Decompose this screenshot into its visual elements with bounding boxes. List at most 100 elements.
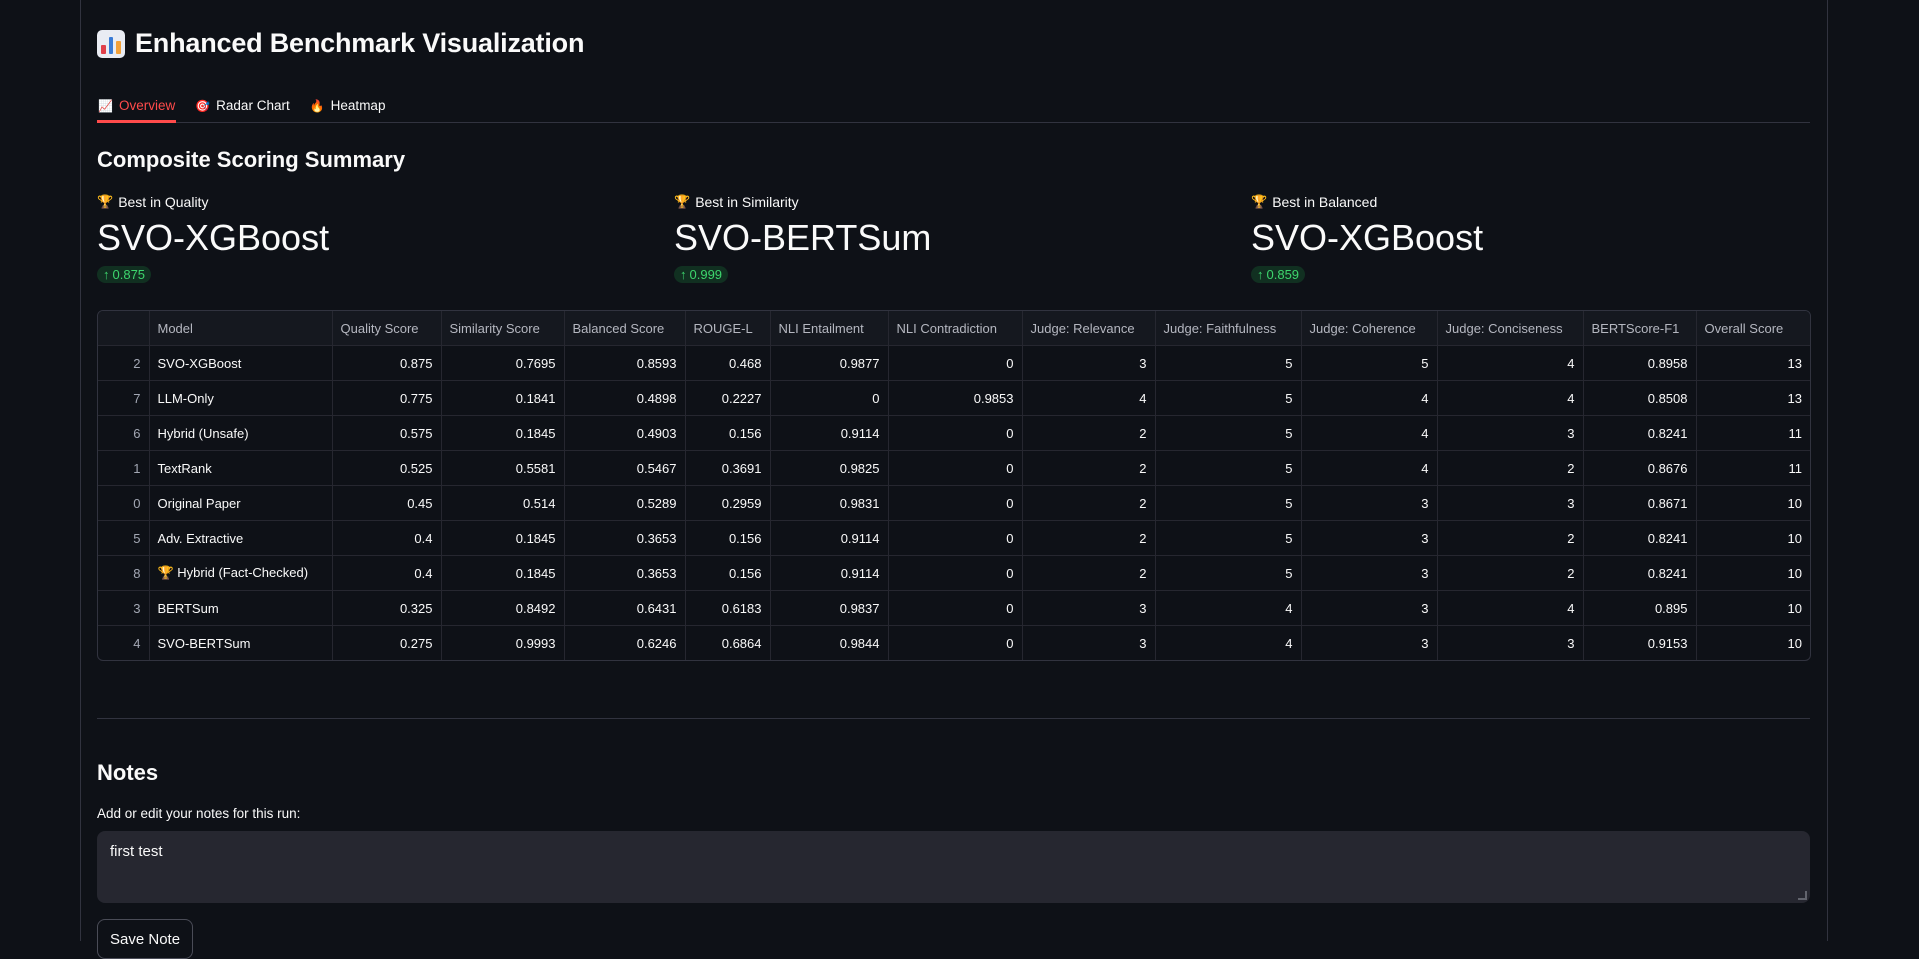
metric-cell[interactable]: 0.9153 (1583, 625, 1697, 660)
metric-cell[interactable]: 0.5289 (564, 485, 686, 521)
metric-cell[interactable]: 3 (1022, 345, 1156, 381)
metric-cell[interactable]: 11 (1696, 415, 1810, 451)
metric-cell[interactable]: 0 (888, 590, 1023, 626)
metric-cell[interactable]: 4 (1301, 380, 1438, 416)
metric-cell[interactable]: 0 (888, 345, 1023, 381)
metric-cell[interactable]: 5 (1301, 345, 1438, 381)
model-name-cell[interactable]: 🏆 Hybrid (Fact-Checked) (149, 555, 333, 591)
metric-cell[interactable]: 5 (1155, 380, 1302, 416)
metric-cell[interactable]: 0.8241 (1583, 415, 1697, 451)
table-row[interactable]: 6 Hybrid (Unsafe) 0.575 0.1845 0.4903 0.156 0.… (98, 415, 1810, 451)
metric-cell[interactable]: 3 (1437, 415, 1584, 451)
row-index-cell[interactable]: 6 (98, 415, 150, 451)
metric-cell[interactable]: 0.8241 (1583, 555, 1697, 591)
metric-cell[interactable]: 0.8508 (1583, 380, 1697, 416)
metric-cell[interactable]: 0.325 (332, 590, 442, 626)
row-index-cell[interactable]: 2 (98, 345, 150, 381)
metric-cell[interactable]: 4 (1155, 625, 1302, 660)
column-header[interactable]: BERTScore-F1 (1583, 311, 1697, 346)
metric-cell[interactable]: 0.8241 (1583, 520, 1697, 556)
metric-cell[interactable]: 5 (1155, 485, 1302, 521)
column-header[interactable]: ROUGE-L (685, 311, 771, 346)
metric-cell[interactable]: 0.1845 (441, 555, 565, 591)
metric-cell[interactable]: 0.3691 (685, 450, 771, 486)
metric-cell[interactable]: 10 (1696, 485, 1810, 521)
resize-handle-icon[interactable] (1798, 891, 1807, 900)
metric-cell[interactable]: 2 (1437, 520, 1584, 556)
metric-cell[interactable]: 13 (1696, 345, 1810, 381)
metric-cell[interactable]: 0.4 (332, 555, 442, 591)
metric-cell[interactable]: 0.514 (441, 485, 565, 521)
metric-cell[interactable]: 0.9831 (770, 485, 889, 521)
metric-cell[interactable]: 0.895 (1583, 590, 1697, 626)
metric-cell[interactable]: 0.6864 (685, 625, 771, 660)
row-index-cell[interactable]: 0 (98, 485, 150, 521)
row-index-cell[interactable]: 8 (98, 555, 150, 591)
column-header[interactable]: Model (149, 311, 333, 346)
metric-cell[interactable]: 0.9844 (770, 625, 889, 660)
metric-cell[interactable]: 0.275 (332, 625, 442, 660)
metric-cell[interactable]: 0.6246 (564, 625, 686, 660)
column-header[interactable]: NLI Contradiction (888, 311, 1023, 346)
metric-cell[interactable]: 0.9993 (441, 625, 565, 660)
metric-cell[interactable]: 3 (1301, 625, 1438, 660)
table-row[interactable]: 0 Original Paper 0.45 0.514 0.5289 0.2959 0.98… (98, 485, 1810, 521)
model-name-cell[interactable]: Original Paper (149, 485, 333, 521)
metric-cell[interactable]: 0.875 (332, 345, 442, 381)
tab-heatmap[interactable]: 🔥 Heatmap (309, 90, 387, 121)
metric-cell[interactable]: 0.775 (332, 380, 442, 416)
save-note-button[interactable]: Save Note (97, 919, 194, 959)
metric-cell[interactable]: 0.8671 (1583, 485, 1697, 521)
metric-cell[interactable]: 4 (1022, 380, 1156, 416)
metric-cell[interactable]: 0.5467 (564, 450, 686, 486)
metric-cell[interactable]: 2 (1022, 520, 1156, 556)
metric-cell[interactable]: 3 (1301, 485, 1438, 521)
model-name-cell[interactable]: Hybrid (Unsafe) (149, 415, 333, 451)
metric-cell[interactable]: 5 (1155, 345, 1302, 381)
metric-cell[interactable]: 4 (1301, 450, 1438, 486)
metric-cell[interactable]: 0.4898 (564, 380, 686, 416)
metric-cell[interactable]: 10 (1696, 590, 1810, 626)
column-header[interactable]: Balanced Score (564, 311, 686, 346)
tab-overview[interactable]: 📈 Overview (97, 90, 177, 123)
column-header[interactable]: Judge: Conciseness (1437, 311, 1584, 346)
column-header[interactable]: Similarity Score (441, 311, 565, 346)
metric-cell[interactable]: 0.5581 (441, 450, 565, 486)
metric-cell[interactable]: 0.45 (332, 485, 442, 521)
metric-cell[interactable]: 0 (888, 415, 1023, 451)
metric-cell[interactable]: 0.9114 (770, 520, 889, 556)
column-header[interactable]: Judge: Relevance (1022, 311, 1156, 346)
metric-cell[interactable]: 0.3653 (564, 555, 686, 591)
metric-cell[interactable]: 10 (1696, 520, 1810, 556)
metric-cell[interactable]: 0.525 (332, 450, 442, 486)
row-index-cell[interactable]: 7 (98, 380, 150, 416)
metric-cell[interactable]: 5 (1155, 555, 1302, 591)
metric-cell[interactable]: 3 (1437, 485, 1584, 521)
model-name-cell[interactable]: BERTSum (149, 590, 333, 626)
metric-cell[interactable]: 2 (1437, 450, 1584, 486)
metric-cell[interactable]: 0.7695 (441, 345, 565, 381)
model-name-cell[interactable]: SVO-XGBoost (149, 345, 333, 381)
metric-cell[interactable]: 3 (1022, 590, 1156, 626)
metric-cell[interactable]: 2 (1437, 555, 1584, 591)
metric-cell[interactable]: 3 (1301, 590, 1438, 626)
metric-cell[interactable]: 0.156 (685, 555, 771, 591)
metric-cell[interactable]: 0 (888, 450, 1023, 486)
metric-cell[interactable]: 3 (1301, 555, 1438, 591)
metric-cell[interactable]: 4 (1437, 380, 1584, 416)
results-dataframe[interactable]: Model Quality Score Similarity Score Balanc… (97, 310, 1811, 661)
metric-cell[interactable]: 0.9837 (770, 590, 889, 626)
table-row[interactable]: 4 SVO-BERTSum 0.275 0.9993 0.6246 0.6864 0.984… (98, 625, 1810, 661)
column-header[interactable]: Judge: Faithfulness (1155, 311, 1302, 346)
metric-cell[interactable]: 5 (1155, 415, 1302, 451)
metric-cell[interactable]: 3 (1022, 625, 1156, 660)
metric-cell[interactable]: 3 (1301, 520, 1438, 556)
tab-radar-chart[interactable]: 🎯 Radar Chart (194, 90, 291, 121)
table-row[interactable]: 8 🏆 Hybrid (Fact-Checked) 0.4 0.1845 0.3653 0… (98, 555, 1810, 591)
metric-cell[interactable]: 0.575 (332, 415, 442, 451)
metric-cell[interactable]: 0.1845 (441, 415, 565, 451)
metric-cell[interactable]: 4 (1155, 590, 1302, 626)
metric-cell[interactable]: 10 (1696, 626, 1810, 661)
metric-cell[interactable]: 2 (1022, 450, 1156, 486)
model-name-cell[interactable]: Adv. Extractive (149, 520, 333, 556)
